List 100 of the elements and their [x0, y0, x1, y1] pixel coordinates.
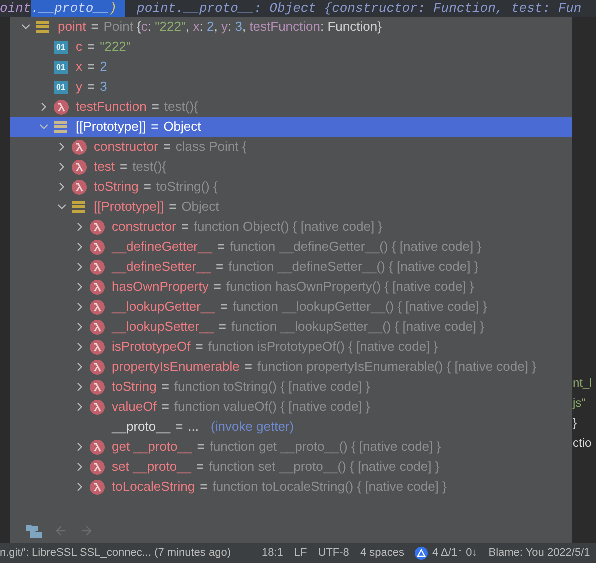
variable-value: "222" [100, 38, 132, 56]
variable-value: function __lookupGetter__() { [native code] } [232, 298, 488, 316]
tree-row[interactable]: __lookupGetter__ = function __lookupGetter__() { [native code] } [10, 297, 572, 317]
code-text: ) [109, 0, 126, 18]
tree-row[interactable]: __defineSetter__ = function __defineSetter__() { [native code] } [10, 257, 572, 277]
tree-row[interactable]: testFunction = test(){ [10, 97, 572, 117]
lambda-icon [90, 360, 105, 374]
variable-name: valueOf [112, 398, 157, 416]
tree-row[interactable]: constructor = function Object() { [native code] } [10, 217, 572, 237]
tree-row[interactable]: propertyIsEnumerable = function propertyIsEnumerable() { [native code] } [10, 357, 572, 377]
equals-sign: = [88, 78, 96, 96]
caret-position[interactable]: 18:1 [262, 544, 284, 562]
tree-row[interactable]: point = Point {c: "222", x: 2, y: 3, testFunction: Function} [10, 17, 572, 37]
variable-value: function isPrototypeOf() { [native code] } [208, 338, 438, 356]
status-message[interactable]: n.git/': LibreSSL SSL_connec... (7 minutes ago) [0, 544, 231, 562]
tree-row[interactable]: toString = function toString() { [native code] } [10, 377, 572, 397]
code-text: js" [573, 395, 586, 412]
tree-row[interactable]: constructor = class Point { [10, 137, 572, 157]
tree-row[interactable]: __lookupSetter__ = function __lookupSetter__() { [native code] } [10, 317, 572, 337]
variable-value: function toLocaleString() { [native code] } [212, 478, 447, 496]
equals-sign: = [244, 358, 252, 376]
indent-setting[interactable]: 4 spaces [360, 544, 404, 562]
tree-row[interactable]: get __proto__ = function get __proto__() { [native code] } [10, 437, 572, 457]
variable-name: __defineGetter__ [112, 238, 212, 256]
variable-value: test(){ [132, 158, 167, 176]
folders-icon[interactable] [26, 524, 42, 538]
variable-icon: 01 [54, 60, 68, 74]
equals-sign: = [196, 338, 204, 356]
variable-name: testFunction [76, 98, 147, 116]
lambda-icon [90, 380, 105, 394]
expression-hint: point.__proto__: Object {constructor: Function, test: Fun [137, 0, 582, 18]
selected-code: .__proto__ [31, 0, 110, 18]
variable-name: hasOwnProperty [112, 278, 209, 296]
variable-name: propertyIsEnumerable [112, 358, 240, 376]
equals-sign: = [197, 438, 205, 456]
variable-value: function valueOf() { [native code] } [174, 398, 370, 416]
variable-name: x [76, 58, 82, 76]
variable-value: Object [164, 118, 202, 136]
variable-value: function Object() { [native code] } [194, 218, 383, 236]
lambda-icon [90, 220, 105, 234]
variable-name: toString [112, 378, 157, 396]
equals-sign: = [181, 218, 189, 236]
equals-sign: = [200, 478, 208, 496]
equals-sign: = [91, 18, 99, 36]
tree-row[interactable]: toLocaleString = function toLocaleString() { [native code] } [10, 477, 572, 497]
tree-row[interactable]: toString = toString() { [10, 177, 572, 197]
tree-row[interactable]: [[Prototype]] = Object [10, 117, 572, 137]
variable-value: 3 [100, 78, 108, 96]
lambda-icon [90, 440, 105, 454]
tree-row[interactable]: test = test(){ [10, 157, 572, 177]
equals-sign: = [216, 258, 224, 276]
variable-value: class Point { [176, 138, 247, 156]
variable-icon: 01 [54, 40, 68, 54]
variable-value: function toString() { [native code] } [174, 378, 370, 396]
equals-sign: = [144, 178, 152, 196]
equals-sign: = [220, 298, 228, 316]
lambda-icon [72, 180, 87, 194]
tree-row[interactable]: __defineGetter__ = function __defineGetter__() { [native code] } [10, 237, 572, 257]
code-text: ctio [573, 435, 592, 452]
equals-sign: = [162, 398, 170, 416]
lambda-icon [90, 260, 105, 274]
tree-row[interactable]: 01 x = 2 [10, 57, 572, 77]
lambda-icon [90, 400, 105, 414]
vcs-status[interactable]: 4 Δ/1↑ 0↓ [432, 544, 478, 562]
tree-row[interactable]: valueOf = function valueOf() { [native code] } [10, 397, 572, 417]
tree-row[interactable]: hasOwnProperty = function hasOwnProperty() { [native code] } [10, 277, 572, 297]
fields-icon [54, 121, 67, 133]
lambda-icon [90, 320, 105, 334]
equals-sign: = [88, 38, 96, 56]
variable-name: y [76, 78, 82, 96]
equals-sign: = [214, 278, 222, 296]
line-ending[interactable]: LF [294, 544, 308, 562]
variable-name: constructor [112, 218, 176, 236]
tree-row[interactable]: set __proto__ = function set __proto__() { [native code] } [10, 457, 572, 477]
variable-name: isPrototypeOf [112, 338, 191, 356]
lambda-icon [72, 160, 87, 174]
tree-row[interactable]: [[Prototype]] = Object [10, 197, 572, 217]
file-encoding[interactable]: UTF-8 [318, 544, 350, 562]
equals-sign: = [163, 138, 171, 156]
equals-sign: = [88, 58, 96, 76]
fields-icon [36, 21, 49, 33]
variable-name: constructor [94, 138, 158, 156]
lambda-icon [90, 460, 105, 474]
tree-row[interactable]: isPrototypeOf = function isPrototypeOf() { [native code] } [10, 337, 572, 357]
variable-name: __proto__ [112, 418, 171, 436]
blame-info[interactable]: Blame: You 2022/5/1 [488, 544, 590, 562]
lambda-icon [90, 480, 105, 494]
equals-sign: = [120, 158, 128, 176]
fields-icon [72, 201, 85, 213]
variable-value: function __defineGetter__() { [native code] } [230, 238, 482, 256]
variable-value: Object [182, 198, 220, 216]
tree-row[interactable]: __proto__ = ... (invoke getter) [10, 417, 572, 437]
tree-row[interactable]: 01 c = "222" [10, 37, 572, 57]
equals-sign: = [169, 198, 177, 216]
variable-value: test(){ [164, 98, 198, 116]
variable-icon: 01 [54, 80, 68, 94]
vcs-icon [415, 546, 428, 560]
tree-row[interactable]: 01 y = 3 [10, 77, 572, 97]
variable-name: point [58, 18, 86, 36]
variable-value: toString() { [156, 178, 218, 196]
